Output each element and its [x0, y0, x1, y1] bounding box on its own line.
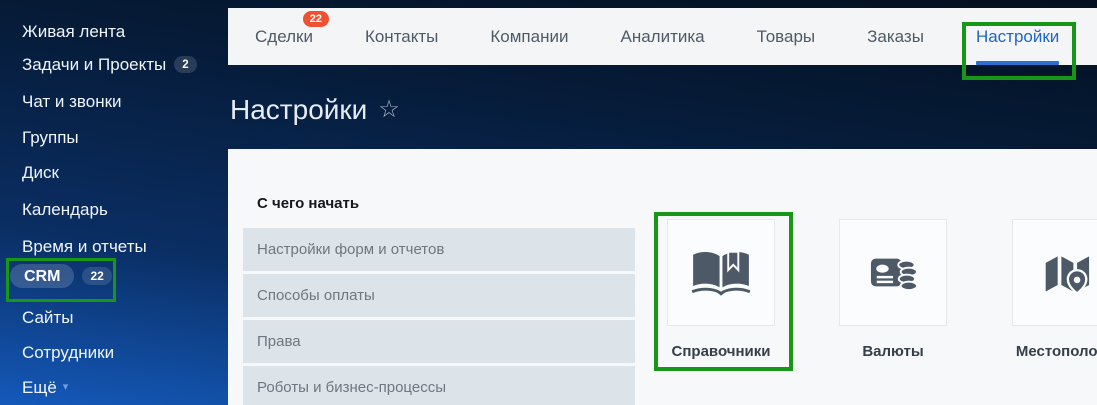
- tile-label-currencies[interactable]: Валюты: [862, 343, 923, 360]
- sidebar-item-employees[interactable]: Сотрудники: [22, 343, 114, 362]
- sidebar-item-tasks[interactable]: Задачи и Проекты 2: [22, 55, 197, 74]
- crm-pill: CRM: [10, 264, 75, 288]
- sidebar-item-crm[interactable]: CRM 22: [10, 264, 112, 288]
- menu-item-permissions[interactable]: Права: [243, 320, 635, 363]
- nav-item-contacts[interactable]: Контакты: [365, 27, 438, 47]
- sidebar-item-more[interactable]: Ещё ▾: [22, 378, 68, 397]
- nav-item-products[interactable]: Товары: [757, 27, 815, 47]
- nav-item-orders[interactable]: Заказы: [867, 27, 924, 47]
- sidebar-item-time-reports[interactable]: Время и отчеты: [22, 237, 147, 256]
- nav-item-settings[interactable]: Настройки: [975, 27, 1060, 65]
- settings-menu-list: Настройки форм и отчетов Способы оплаты …: [243, 228, 635, 405]
- top-navigation: Сделки 22 Контакты Компании Аналитика Тов…: [228, 8, 1097, 65]
- tile-locations[interactable]: [1012, 219, 1097, 326]
- crm-count-badge: 22: [82, 267, 112, 285]
- tile-currencies[interactable]: [839, 219, 947, 326]
- sidebar-item-chat[interactable]: Чат и звонки: [22, 92, 122, 111]
- sidebar: Живая лента Задачи и Проекты 2 Чат и звон…: [0, 0, 228, 405]
- tile-dictionaries[interactable]: [667, 219, 775, 326]
- tile-label-dictionaries[interactable]: Справочники: [672, 343, 771, 360]
- sidebar-item-label: Сотрудники: [22, 343, 115, 362]
- nav-item-deals[interactable]: Сделки 22: [255, 10, 329, 47]
- sidebar-item-label: Сайты: [22, 308, 74, 327]
- sidebar-item-label: Время и отчеты: [22, 237, 147, 256]
- sidebar-item-drive[interactable]: Диск: [22, 163, 59, 182]
- deals-count-badge: 22: [302, 10, 329, 27]
- sidebar-item-label: Диск: [22, 163, 59, 182]
- sidebar-item-sites[interactable]: Сайты: [22, 308, 73, 327]
- map-pin-icon: [1042, 250, 1090, 296]
- sidebar-item-label: Ещё: [22, 378, 57, 397]
- sidebar-item-calendar[interactable]: Календарь: [22, 200, 108, 219]
- content-panel: С чего начать Настройки форм и отчетов С…: [228, 149, 1097, 405]
- sidebar-item-groups[interactable]: Группы: [22, 128, 79, 147]
- menu-item-forms-reports[interactable]: Настройки форм и отчетов: [243, 228, 635, 271]
- section-title: С чего начать: [257, 195, 360, 212]
- open-book-icon: [690, 248, 752, 298]
- sidebar-item-label: Живая лента: [22, 22, 126, 41]
- chevron-down-icon: ▾: [62, 381, 69, 393]
- tile-label-locations[interactable]: Местоположе: [1016, 343, 1097, 360]
- menu-item-robots-bp[interactable]: Роботы и бизнес-процессы: [243, 366, 635, 405]
- star-icon[interactable]: ☆: [378, 98, 400, 122]
- sidebar-item-label: Чат и звонки: [22, 92, 122, 111]
- nav-item-analytics[interactable]: Аналитика: [620, 27, 704, 47]
- tasks-count-badge: 2: [174, 56, 197, 73]
- sidebar-item-label: Группы: [22, 128, 79, 147]
- sidebar-item-label: Календарь: [22, 200, 108, 219]
- nav-item-companies[interactable]: Компании: [490, 27, 568, 47]
- sidebar-item-label: Задачи и Проекты: [22, 55, 167, 74]
- money-coins-icon: [870, 250, 916, 296]
- page-title: Настройки: [230, 94, 368, 125]
- page-title-row: Настройки ☆: [230, 94, 400, 126]
- sidebar-item-live-feed[interactable]: Живая лента: [22, 22, 125, 41]
- menu-item-payment-methods[interactable]: Способы оплаты: [243, 274, 635, 317]
